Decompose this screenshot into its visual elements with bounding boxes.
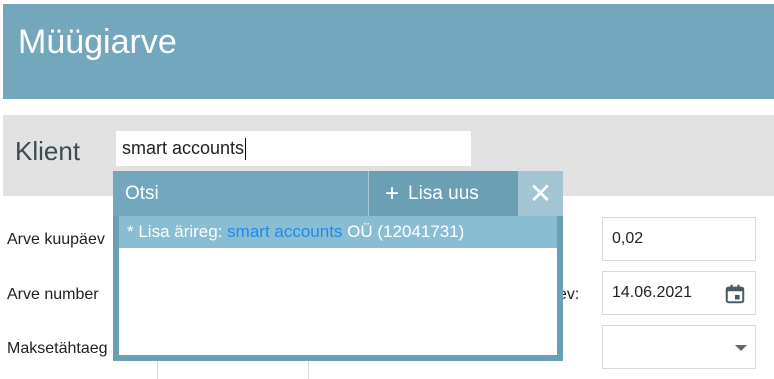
- rate-field-value: 0,02: [612, 230, 644, 247]
- text-caret: [245, 138, 247, 161]
- dropdown-header: Otsi + Lisa uus ✕: [113, 171, 563, 216]
- calendar-icon[interactable]: [724, 283, 746, 305]
- client-input-value: smart accounts: [122, 138, 245, 158]
- list-item[interactable]: * Lisa ärireg: smart accounts OÜ (120417…: [119, 216, 557, 248]
- plus-icon: +: [385, 180, 400, 207]
- client-autocomplete-dropdown: Otsi + Lisa uus ✕ * Lisa ärireg: smart ac…: [113, 171, 563, 361]
- chevron-down-icon: [735, 345, 747, 351]
- add-new-button[interactable]: + Lisa uus: [369, 171, 518, 216]
- item-prefix: * Lisa ärireg:: [127, 222, 228, 241]
- suggestion-list: * Lisa ärireg: smart accounts OÜ (120417…: [119, 216, 557, 355]
- date-field[interactable]: 14.06.2021: [602, 271, 756, 315]
- client-label: Klient: [15, 136, 81, 166]
- search-tab[interactable]: Otsi: [113, 171, 368, 216]
- page-title: Müügiarve: [18, 23, 177, 61]
- invoice-date-label: Arve kuupäev: [7, 231, 105, 248]
- close-icon[interactable]: ✕: [518, 171, 563, 216]
- invoice-number-label: Arve number: [7, 286, 99, 303]
- item-suffix: OÜ (12041731): [342, 222, 465, 241]
- select-field[interactable]: [602, 325, 756, 369]
- rate-field[interactable]: 0,02: [602, 217, 756, 261]
- date-field-value: 14.06.2021: [612, 284, 693, 301]
- client-search-input[interactable]: smart accounts: [115, 130, 472, 167]
- add-new-label: Lisa uus: [408, 183, 479, 204]
- item-match: smart accounts: [227, 222, 343, 241]
- due-date-label: Maksetähtaeg: [7, 340, 108, 357]
- page-header: Müügiarve: [3, 4, 774, 99]
